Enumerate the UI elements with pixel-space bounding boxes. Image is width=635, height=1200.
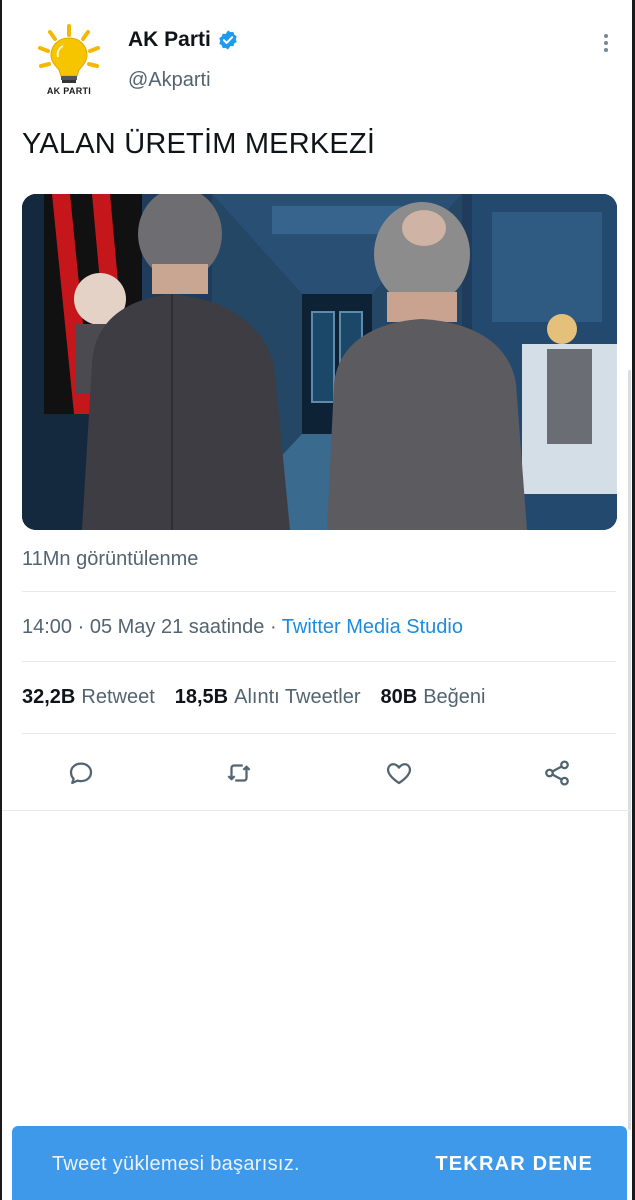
retweet-count[interactable]: 32,2B Retweet (22, 686, 155, 709)
source-link[interactable]: Twitter Media Studio (282, 616, 463, 638)
retry-button[interactable]: TEKRAR DENE (435, 1153, 593, 1176)
timestamp-text: 14:00 · 05 May 21 saatinde · (22, 616, 282, 638)
avatar[interactable]: AK PARTI (32, 24, 106, 100)
display-name[interactable]: AK Parti (128, 28, 211, 52)
stat-value: 18,5B (174, 686, 229, 708)
heart-icon (386, 763, 412, 785)
name-row: AK Parti (128, 28, 239, 52)
toast-message: Tweet yüklemesi başarısız. (52, 1153, 300, 1175)
reply-button[interactable] (64, 756, 98, 790)
user-handle[interactable]: @Akparti (128, 69, 211, 92)
view-count: 11Mn görüntülenme (22, 548, 199, 570)
like-count[interactable]: 80B Beğeni (380, 686, 485, 709)
stat-label: Retweet (81, 686, 155, 708)
retweet-icon (227, 764, 251, 782)
engagement-stats: 32,2B Retweet 18,5B Alıntı Tweetler 80B Beğ… (22, 686, 505, 709)
tweet-media-video[interactable] (22, 194, 617, 530)
reply-icon (69, 762, 93, 785)
divider (22, 733, 616, 734)
divider (22, 591, 616, 592)
avatar-caption: AK PARTI (46, 86, 92, 96)
divider (2, 810, 632, 811)
quote-tweet-count[interactable]: 18,5B Alıntı Tweetler (175, 686, 361, 709)
error-toast: Tweet yüklemesi başarısız. TEKRAR DENE (12, 1126, 627, 1200)
scrollbar[interactable] (628, 370, 631, 1130)
tweet-text: YALAN ÜRETİM MERKEZİ (22, 128, 376, 160)
stat-value: 32,2B (22, 686, 76, 708)
stat-label: Beğeni (423, 686, 486, 708)
like-button[interactable] (382, 756, 416, 790)
stat-label: Alıntı Tweetler (234, 686, 361, 708)
share-button[interactable] (540, 756, 574, 790)
more-vertical-icon[interactable] (600, 32, 612, 56)
share-icon (545, 760, 569, 786)
tweet-actions (22, 752, 616, 794)
verified-badge-icon (219, 30, 237, 50)
tweet-header: AK PARTI AK Parti @Akparti (22, 22, 612, 112)
retweet-button[interactable] (222, 756, 256, 790)
divider (22, 661, 616, 662)
tweet-timestamp: 14:00 · 05 May 21 saatinde · Twitter Med… (22, 616, 463, 639)
stat-value: 80B (380, 686, 418, 708)
screen-edge-left (0, 0, 2, 1200)
